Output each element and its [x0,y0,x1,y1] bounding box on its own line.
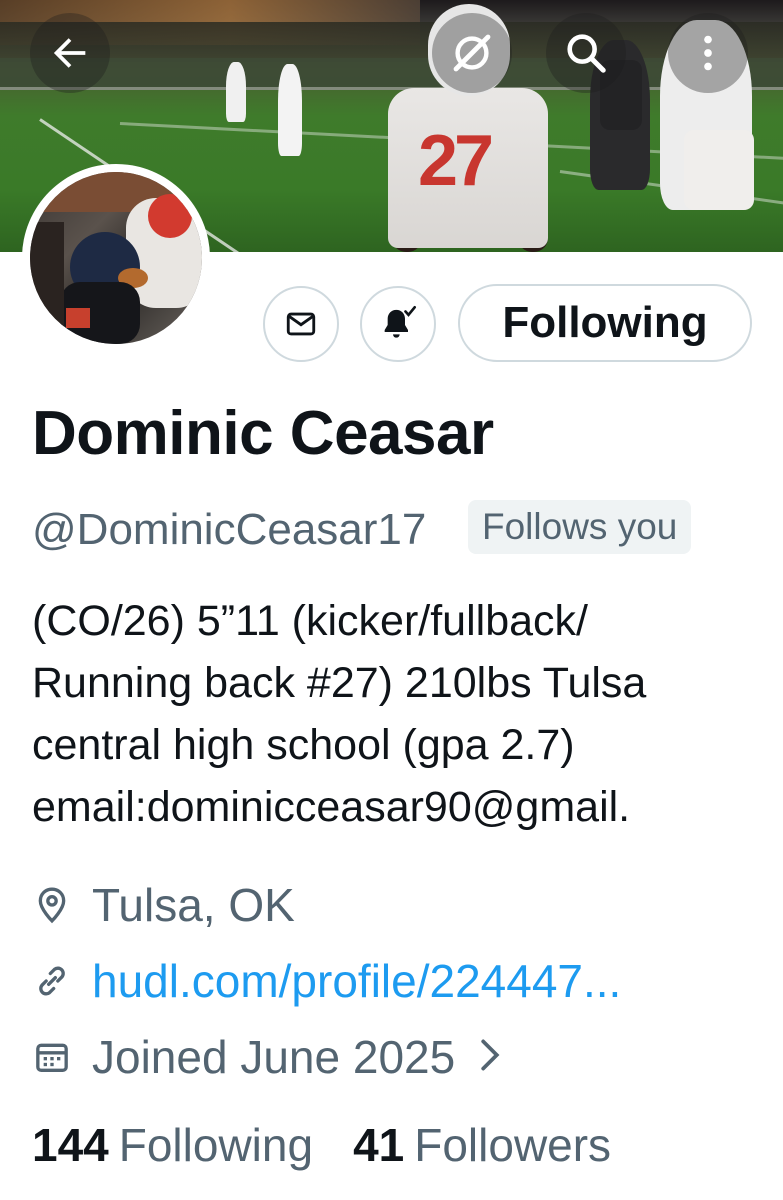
search-icon [567,34,606,73]
joined-row[interactable]: Joined June 2025 [32,1030,503,1084]
location-row: Tulsa, OK [32,878,295,932]
grok-icon [453,34,491,72]
bio-line: email:dominicceasar90@gmail. [32,783,631,831]
followers-count: 41 [353,1119,405,1171]
more-button[interactable] [668,13,748,93]
banner-jersey-number: 27 [418,121,494,201]
followers-label: Followers [414,1119,612,1171]
grok-button[interactable] [432,13,512,93]
back-button[interactable] [30,13,110,93]
joined-text: Joined June 2025 [92,1031,456,1083]
message-button[interactable] [263,286,339,362]
website-row: hudl.com/profile/224447... [32,954,621,1008]
notifications-button[interactable] [360,286,436,362]
location-text: Tulsa, OK [92,879,295,931]
banner-player [684,130,754,210]
banner-player [278,64,302,156]
website-link[interactable]: hudl.com/profile/224447... [92,954,621,1008]
link-icon [32,958,78,1004]
arrow-left-icon [53,38,86,68]
bell-check-icon [384,306,416,338]
follow-stats: 144 Following 41 Followers [32,1118,611,1172]
followers-stat[interactable]: 41 Followers [353,1118,611,1172]
location-pin-icon [32,882,78,928]
banner-player [226,62,246,122]
envelope-icon [286,312,316,336]
profile-avatar[interactable] [22,164,210,352]
following-button[interactable]: Following [458,284,752,362]
bio-line: (CO/26) 5”11 (kicker/fullback/ [32,597,588,645]
following-stat[interactable]: 144 Following [32,1118,313,1172]
follows-you-badge: Follows you [468,500,692,554]
profile-handle: @DominicCeasar17 [32,505,427,554]
more-vertical-icon [704,35,712,71]
search-button[interactable] [546,13,626,93]
profile-bio: (CO/26) 5”11 (kicker/fullback/ Running b… [32,590,772,838]
bio-line: Running back #27) 210lbs Tulsa [32,659,647,707]
chevron-right-icon [477,1038,503,1077]
bio-line: central high school (gpa 2.7) [32,721,575,769]
following-label: Following [118,1119,314,1171]
display-name: Dominic Ceasar [32,399,494,468]
following-count: 144 [32,1119,109,1171]
calendar-icon [32,1034,78,1080]
avatar-image [30,172,202,344]
